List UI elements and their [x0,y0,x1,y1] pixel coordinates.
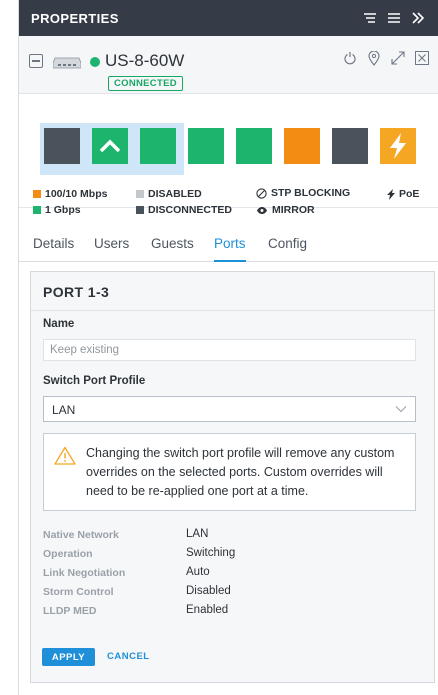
switch-device-icon [52,56,82,69]
legend-disconnected: DISCONNECTED [136,204,232,216]
properties-panel: PROPERTIES US-8-60W CONNECTED 100/10 Mbp… [18,0,438,695]
collapse-panel-icon[interactable] [410,10,426,26]
warning-icon [54,446,76,465]
legend-label: PoE [399,188,420,200]
apply-button[interactable]: APPLY [42,648,95,666]
legend-mirror: MIRROR [256,204,315,216]
tab-bar: Details Users Guests Ports Config [19,236,438,262]
property-row: Operation Switching [43,547,423,566]
stp-blocking-icon [256,187,267,199]
legend-swatch-gray [136,190,144,198]
tab-guests[interactable]: Guests [151,236,194,262]
property-key: Operation [43,548,93,560]
property-row: Storm Control Disabled [43,585,423,604]
property-key: Storm Control [43,586,114,598]
close-icon[interactable] [414,50,430,66]
cancel-button[interactable]: CANCEL [107,648,150,666]
legend-label: 100/10 Mbps [45,188,108,200]
legend-swatch-orange [33,190,41,198]
switch-port-profile-select[interactable]: LAN [43,396,416,422]
property-value: Auto [186,566,210,578]
panel-title: PROPERTIES [31,10,119,26]
legend-100mbps: 100/10 Mbps [33,188,107,200]
property-value: Enabled [186,604,229,616]
tab-ports[interactable]: Ports [214,236,246,262]
legend-label: DISABLED [148,188,202,200]
legend-swatch-green [33,206,41,214]
property-row: Native Network LAN [43,528,423,547]
header-actions [362,10,426,26]
name-input[interactable] [43,339,416,361]
legend-label: MIRROR [272,204,315,216]
device-name: US-8-60W [105,51,185,70]
poe-bolt-icon [390,133,406,159]
port-5[interactable] [236,128,272,164]
port-3[interactable] [140,128,176,164]
property-value: Switching [186,547,236,559]
port-legend: 100/10 Mbps 1 Gbps DISABLED DISCONNECTED… [19,186,438,222]
chevron-down-icon [395,406,407,413]
status-badge: CONNECTED [108,76,183,91]
property-row: LLDP MED Enabled [43,604,423,623]
property-row: Link Negotiation Auto [43,566,423,585]
status-dot [90,57,100,67]
property-key: Link Negotiation [43,567,126,579]
property-key: Native Network [43,529,119,541]
expand-icon[interactable] [390,50,406,66]
port-6[interactable] [284,128,320,164]
locate-icon[interactable] [366,50,382,66]
poe-icon [387,188,395,200]
legend-swatch-dark [136,206,144,214]
property-key: LLDP MED [43,605,97,617]
device-actions [342,50,430,66]
legend-1gbps: 1 Gbps [33,204,81,216]
port-4[interactable] [188,128,224,164]
port-8[interactable] [380,128,416,164]
property-value: Disabled [186,585,231,597]
legend-poe: PoE [387,188,419,200]
warning-text: Changing the switch port profile will re… [86,446,395,498]
port-config-panel: PORT 1-3 Name Switch Port Profile LAN Ch… [30,271,435,683]
legend-disabled: DISABLED [136,188,202,200]
port-7[interactable] [332,128,368,164]
profile-label: Switch Port Profile [43,375,146,387]
tab-details[interactable]: Details [33,236,74,262]
uplink-chevron-icon [99,139,121,153]
divider [31,310,434,311]
port-2[interactable] [92,128,128,164]
port-properties: Native Network LAN Operation Switching L… [43,528,423,623]
tab-users[interactable]: Users [94,236,129,262]
filter-icon[interactable] [362,10,378,26]
legend-label: 1 Gbps [45,204,81,216]
name-label: Name [43,318,75,330]
power-icon[interactable] [342,50,358,66]
panel-header: PROPERTIES [19,0,438,36]
mirror-eye-icon [257,206,267,214]
warning-box: Changing the switch port profile will re… [43,433,416,511]
device-summary: US-8-60W CONNECTED [19,36,438,94]
legend-stp: STP BLOCKING [256,187,350,199]
property-value: LAN [186,528,209,540]
legend-label: DISCONNECTED [148,204,233,216]
port-range-title: PORT 1-3 [43,284,110,300]
collapse-icon[interactable] [29,54,43,68]
selected-profile: LAN [52,403,76,417]
tab-config[interactable]: Config [268,236,307,262]
port-1[interactable] [44,128,80,164]
menu-icon[interactable] [386,10,402,26]
legend-label: STP BLOCKING [271,187,351,199]
